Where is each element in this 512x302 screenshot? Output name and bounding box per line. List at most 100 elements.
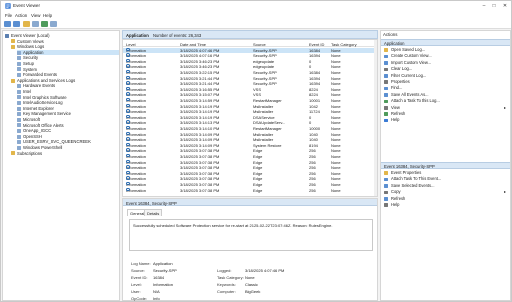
action-label: Clear Log... bbox=[391, 66, 413, 72]
tree-item-label: Hardware Events bbox=[23, 83, 56, 89]
col-task[interactable]: Task Category bbox=[331, 42, 357, 47]
action-label: Event Properties bbox=[391, 170, 422, 175]
tree-item-label: Microsoft Office Alerts bbox=[23, 122, 64, 128]
col-level[interactable]: Level bbox=[126, 42, 136, 47]
log-icon bbox=[17, 106, 21, 111]
col-event-id[interactable]: Event ID bbox=[309, 42, 324, 47]
log-icon bbox=[17, 112, 21, 117]
back-icon[interactable] bbox=[4, 21, 11, 27]
action-item[interactable]: Copy ▸ bbox=[381, 189, 510, 195]
log-icon bbox=[17, 73, 21, 78]
action-icon bbox=[384, 190, 388, 195]
event-id-label: Event ID: bbox=[131, 275, 148, 280]
detail-title: Event 16384, Security-SPP bbox=[126, 200, 177, 206]
action-icon bbox=[384, 99, 388, 104]
menu-bar: File Action View Help bbox=[1, 11, 511, 19]
user-value: N/A bbox=[153, 289, 160, 294]
log-icon bbox=[17, 84, 21, 89]
source-value: Security-SPP bbox=[153, 268, 177, 273]
log-icon bbox=[17, 117, 21, 122]
menu-action[interactable]: Action bbox=[15, 13, 27, 18]
event-list-scrollbar[interactable] bbox=[374, 40, 377, 196]
action-item[interactable]: Event Properties bbox=[381, 170, 510, 176]
log-icon bbox=[17, 56, 21, 61]
log-name-label: Log Name: bbox=[131, 261, 151, 266]
forward-icon[interactable] bbox=[13, 21, 20, 27]
action-item[interactable]: View ▸ bbox=[381, 105, 510, 111]
tree-item-label: OneApp_IGCC bbox=[23, 128, 52, 134]
action-icon bbox=[384, 196, 388, 201]
action-item[interactable]: Help bbox=[381, 117, 510, 123]
folder-icon bbox=[11, 45, 15, 50]
action-item[interactable]: Help bbox=[381, 202, 510, 208]
information-icon bbox=[126, 187, 130, 192]
computer-value: BigGeek bbox=[245, 289, 261, 294]
information-icon bbox=[126, 142, 130, 147]
submenu-arrow-icon: ▸ bbox=[503, 189, 506, 195]
close-button[interactable]: ✕ bbox=[500, 2, 510, 10]
action-label: Filter Current Log... bbox=[391, 72, 427, 78]
help-icon[interactable] bbox=[41, 21, 48, 27]
folder-icon[interactable] bbox=[23, 21, 30, 27]
information-icon bbox=[126, 58, 130, 63]
tree-item[interactable]: Subscriptions bbox=[11, 151, 119, 157]
cell-source: Edge bbox=[253, 187, 263, 193]
minimize-button[interactable]: – bbox=[479, 2, 489, 10]
col-source[interactable]: Source bbox=[253, 42, 266, 47]
col-date[interactable]: Date and Time bbox=[180, 42, 206, 47]
table-row[interactable]: Information 3/18/2025 3:07:38 PM Edge 256 No… bbox=[123, 187, 377, 194]
menu-view[interactable]: View bbox=[31, 13, 40, 18]
tree-item-label: Intel bbox=[23, 89, 31, 94]
action-label: Attach a Task To this Log... bbox=[391, 98, 440, 104]
action-item[interactable]: Open Saved Log... bbox=[381, 47, 510, 53]
information-icon bbox=[126, 64, 130, 68]
maximize-button[interactable]: □ bbox=[489, 2, 499, 10]
log-header: Application Number of events: 26,343 bbox=[122, 30, 378, 39]
keywords-value: Classic bbox=[245, 282, 258, 287]
show-hide-icon[interactable] bbox=[50, 21, 57, 27]
actions-section-application[interactable]: Application bbox=[381, 39, 510, 46]
action-item[interactable]: Attach a Task To this Log... bbox=[381, 98, 510, 104]
event-detail-pane: Event 16384, Security-SPP General Detail… bbox=[122, 198, 378, 301]
keywords-label: Keywords: bbox=[217, 282, 236, 287]
action-item[interactable]: Refresh bbox=[381, 196, 510, 202]
action-item[interactable]: Save Selected Events... bbox=[381, 183, 510, 189]
information-icon bbox=[126, 131, 130, 136]
action-item[interactable]: Find... bbox=[381, 85, 510, 91]
information-icon bbox=[126, 47, 130, 52]
tree-item-label: Intel Graphics Software bbox=[23, 94, 67, 100]
action-icon bbox=[384, 105, 388, 110]
menu-file[interactable]: File bbox=[5, 13, 12, 18]
action-label: Create Custom View... bbox=[391, 53, 432, 59]
folder-icon bbox=[11, 151, 15, 156]
tree-item-label: System bbox=[23, 66, 37, 72]
log-icon bbox=[17, 61, 21, 66]
menu-help[interactable]: Help bbox=[43, 13, 52, 18]
event-viewer-window: Event Viewer – □ ✕ File Action View Help… bbox=[0, 0, 512, 302]
action-item[interactable]: Clear Log... bbox=[381, 66, 510, 72]
tree-item-label: Windows Logs bbox=[17, 44, 45, 50]
information-icon bbox=[126, 81, 130, 85]
information-icon bbox=[126, 86, 130, 91]
level-value: Information bbox=[153, 282, 174, 287]
information-icon bbox=[126, 75, 130, 80]
action-item[interactable]: Refresh bbox=[381, 111, 510, 117]
tab-details[interactable]: Details bbox=[144, 209, 163, 216]
action-item[interactable]: Create Custom View... bbox=[381, 53, 510, 59]
log-icon bbox=[17, 89, 21, 94]
action-item[interactable]: Properties bbox=[381, 79, 510, 85]
console-icon[interactable] bbox=[32, 21, 39, 27]
event-list: Level Date and Time Source Event ID Task… bbox=[122, 39, 378, 197]
action-item[interactable]: Attach Task To This Event... bbox=[381, 176, 510, 182]
action-icon bbox=[384, 93, 388, 97]
information-icon bbox=[126, 92, 130, 96]
action-icon bbox=[384, 177, 388, 182]
source-label: Source: bbox=[131, 268, 145, 273]
action-item[interactable]: Save All Events As... bbox=[381, 92, 510, 98]
log-name-value: Application bbox=[153, 261, 173, 266]
actions-section-event[interactable]: Event 16384, Security-SPP bbox=[381, 162, 510, 169]
action-item[interactable]: Filter Current Log... bbox=[381, 73, 510, 79]
submenu-arrow-icon: ▸ bbox=[503, 104, 506, 110]
action-item[interactable]: Import Custom View... bbox=[381, 60, 510, 66]
action-label: Attach Task To This Event... bbox=[391, 176, 442, 182]
